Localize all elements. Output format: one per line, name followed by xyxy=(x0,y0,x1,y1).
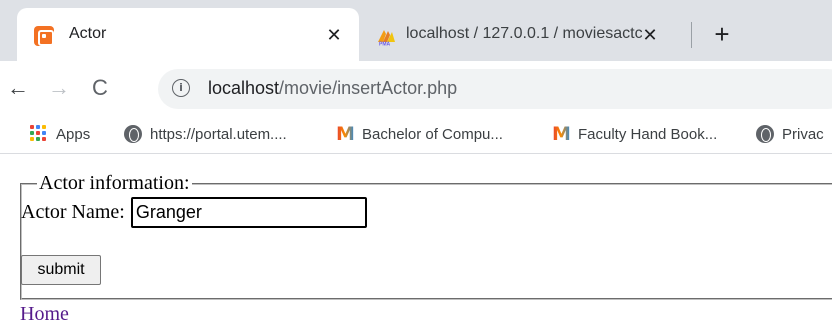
tab-strip: Actor ✕ PMA localhost / 127.0.0.1 / movi… xyxy=(0,0,832,69)
tab-title: Actor xyxy=(69,25,107,42)
actor-fieldset: Actor information: xyxy=(20,172,832,300)
bookmarks-bar: Apps https://portal.utem.... M Bachelor … xyxy=(0,114,832,154)
globe-icon xyxy=(124,125,142,143)
forward-button[interactable]: → xyxy=(45,74,73,102)
page-content: Actor information: Actor Name: submit Ho… xyxy=(0,155,832,324)
new-tab-button[interactable]: + xyxy=(708,20,736,48)
fieldset-legend: Actor information: xyxy=(39,172,190,194)
xampp-icon xyxy=(34,26,54,46)
bookmark-label: Faculty Hand Book... xyxy=(578,125,718,143)
actor-name-input[interactable] xyxy=(130,197,367,228)
bookmark-bachelor[interactable]: M Bachelor of Compu... xyxy=(336,123,503,145)
svg-text:PMA: PMA xyxy=(379,42,391,47)
close-icon[interactable]: ✕ xyxy=(638,23,662,47)
actor-name-label: Actor Name: xyxy=(21,201,125,223)
close-icon[interactable]: ✕ xyxy=(322,23,346,47)
url-host: localhost xyxy=(208,78,280,98)
bookmark-label: Apps xyxy=(56,125,91,143)
bookmark-apps[interactable]: Apps xyxy=(30,123,90,145)
bookmark-privacy[interactable]: Privac xyxy=(756,123,824,145)
m-logo-icon: M xyxy=(336,123,355,145)
bookmark-portal[interactable]: https://portal.utem.... xyxy=(124,123,287,145)
bookmark-label: Bachelor of Compu... xyxy=(362,125,503,143)
url-text[interactable]: localhost/movie/insertActor.php xyxy=(208,78,457,99)
m-logo-icon: M xyxy=(552,123,571,145)
back-button[interactable]: ← xyxy=(4,74,32,102)
globe-icon xyxy=(756,125,774,143)
tab-title: localhost / 127.0.0.1 / moviesactc xyxy=(406,25,642,42)
actor-name-row: Actor Name: xyxy=(21,197,367,228)
address-bar[interactable]: i localhost/movie/insertActor.php xyxy=(158,69,832,109)
bookmark-faculty[interactable]: M Faculty Hand Book... xyxy=(552,123,717,145)
tab-separator xyxy=(691,22,692,48)
apps-grid-icon xyxy=(30,125,48,143)
bookmark-label: Privac xyxy=(782,125,824,143)
browser-toolbar: ← → C i localhost/movie/insertActor.php xyxy=(0,61,832,114)
home-link[interactable]: Home xyxy=(20,303,69,324)
tab-actor[interactable]: Actor ✕ xyxy=(17,8,359,61)
submit-button[interactable]: submit xyxy=(21,255,101,285)
bookmark-label: https://portal.utem.... xyxy=(150,125,287,143)
reload-button[interactable]: C xyxy=(86,74,114,102)
url-path: /movie/insertActor.php xyxy=(279,78,458,98)
info-icon[interactable]: i xyxy=(172,79,190,97)
tab-phpmyadmin[interactable]: PMA localhost / 127.0.0.1 / moviesactc ✕ xyxy=(376,8,690,61)
phpmyadmin-icon: PMA xyxy=(378,30,395,47)
